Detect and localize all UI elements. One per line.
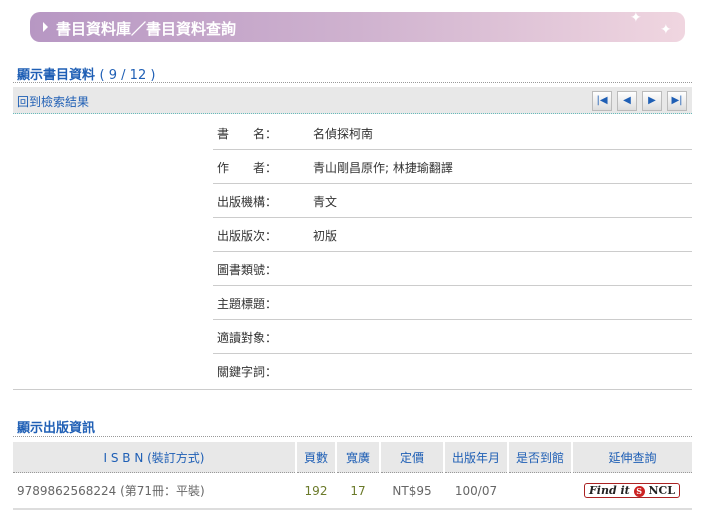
col-header-price: 定價 [380, 442, 445, 473]
ncl-text: NCL [648, 484, 675, 497]
first-record-button[interactable]: |◀ [592, 91, 612, 111]
arrived-cell [508, 472, 572, 510]
col-header-date: 出版年月 [444, 442, 509, 473]
find-it-ncl-button[interactable]: Find it S NCL [583, 483, 680, 498]
pub-section-title: 顯示出版資訊 [17, 421, 96, 436]
ncl-logo-icon: S [633, 486, 645, 497]
field-label: 圖書類號： [217, 263, 278, 277]
bib-section-title: 顯示書目資料 [17, 68, 96, 83]
field-row: 圖書類號： [213, 252, 692, 286]
back-to-results-link[interactable]: 回到檢索結果 [17, 93, 89, 110]
bib-section-heading: 顯示書目資料 ( 9 / 12 ) [17, 64, 155, 83]
col-header-isbn: I S B N (裝訂方式) [13, 442, 297, 473]
arrow-icon [43, 22, 48, 32]
isbn-cell: 9789862568224 (第71冊：平裝) [13, 472, 296, 510]
table-header-row: I S B N (裝訂方式) 頁數 寬廣 定價 出版年月 是否到館 延伸查詢 [13, 442, 692, 473]
size-cell: 17 [336, 472, 380, 510]
pages-cell: 192 [296, 472, 336, 510]
bib-fields: 書 名： 名偵探柯南 作 者： 青山剛昌原作; 林捷瑜翻譯 出版機構： 青文 出版版次… [213, 116, 692, 387]
extended-cell: Find it S NCL [572, 472, 692, 510]
field-row: 出版版次： 初版 [213, 218, 692, 252]
field-value: 青山剛昌原作; 林捷瑜翻譯 [313, 161, 453, 175]
divider [13, 436, 692, 437]
divider [13, 82, 692, 83]
field-label: 作 者： [217, 161, 278, 175]
field-value: 青文 [313, 195, 338, 209]
sparkle-icon: ✦ [630, 10, 642, 26]
record-count: ( 9 / 12 ) [99, 68, 156, 83]
next-record-button[interactable]: ▶ [642, 91, 662, 111]
field-label: 出版機構： [217, 195, 278, 209]
price-cell: NT$95 [380, 472, 444, 510]
field-label: 主題標題： [217, 297, 278, 311]
field-label: 書 名： [217, 127, 278, 141]
sparkle-icon: ✦ [660, 22, 672, 38]
col-header-pages: 頁數 [296, 442, 337, 473]
field-row: 關鍵字詞： [213, 354, 692, 387]
field-row: 適讀對象： [213, 320, 692, 354]
last-record-button[interactable]: ▶| [667, 91, 687, 111]
date-cell: 100/07 [444, 472, 508, 510]
prev-record-button[interactable]: ◀ [617, 91, 637, 111]
divider [13, 389, 692, 390]
publication-table: I S B N (裝訂方式) 頁數 寬廣 定價 出版年月 是否到館 延伸查詢 9… [13, 442, 692, 510]
field-label: 出版版次： [217, 229, 278, 243]
field-label: 適讀對象： [217, 331, 278, 345]
table-row: 9789862568224 (第71冊：平裝) 192 17 NT$95 100… [13, 472, 692, 510]
field-value: 初版 [313, 229, 338, 243]
field-row: 出版機構： 青文 [213, 184, 692, 218]
field-value: 名偵探柯南 [313, 127, 374, 141]
page-title: 書目資料庫／書目資料查詢 [56, 20, 237, 38]
field-label: 關鍵字詞： [217, 365, 278, 379]
field-row: 主題標題： [213, 286, 692, 320]
col-header-extended: 延伸查詢 [572, 442, 692, 473]
col-header-size: 寬廣 [336, 442, 381, 473]
record-nav-bar: 回到檢索結果 |◀ ◀ ▶ ▶| [13, 87, 692, 114]
col-header-arrived: 是否到館 [508, 442, 573, 473]
page-title-bar: 書目資料庫／書目資料查詢 ✦ ✦ [30, 10, 685, 42]
field-row: 書 名： 名偵探柯南 [213, 116, 692, 150]
find-it-text: Find it [588, 484, 630, 497]
field-row: 作 者： 青山剛昌原作; 林捷瑜翻譯 [213, 150, 692, 184]
